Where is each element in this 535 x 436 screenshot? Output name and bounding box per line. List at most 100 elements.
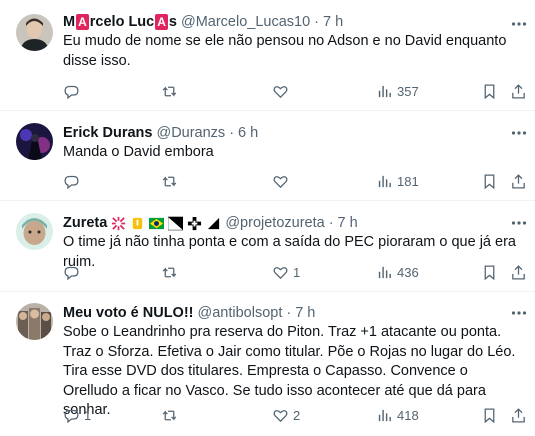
heart-icon [273,85,288,98]
views-button[interactable]: 181 [376,171,419,191]
bookmark-button[interactable] [481,405,498,425]
views-button[interactable]: 436 [376,262,419,282]
like-button[interactable] [272,171,293,191]
reply-button[interactable] [63,262,84,282]
like-count: 1 [293,264,301,280]
tweet-header: Meu voto é NULO!! @antibolsopt · 7 h [63,303,523,323]
handle[interactable]: @Marcelo_Lucas10 [181,14,310,30]
more-dots-icon[interactable] [509,213,529,233]
views-button[interactable]: 418 [376,405,419,425]
display-name[interactable]: Meu voto é NULO!! [63,305,194,321]
views-icon [378,266,391,278]
share-icon [512,173,525,189]
name-part: M [63,14,76,30]
handle[interactable]: @antibolsopt [198,305,283,321]
retweet-button[interactable] [161,405,182,425]
handle[interactable]: @Duranzs [156,125,225,141]
bookmark-button[interactable] [481,262,498,282]
avatar[interactable] [16,303,53,340]
tweet-header: Zureta @projetozureta · 7 h [63,213,523,233]
cross-emblem-icon [188,216,202,230]
views-icon [378,409,391,421]
bookmark-icon [484,264,495,280]
separator-dot: · [314,14,320,30]
action-bar: 1 436 [63,262,525,282]
timestamp[interactable]: 7 h [338,215,358,231]
like-button[interactable]: 1 [272,262,300,282]
views-count: 436 [397,264,419,280]
action-bar: 1 2 418 [63,405,525,425]
sash-flag-icon [168,216,184,230]
name-part: s [168,14,177,30]
like-count: 2 [293,407,301,423]
handle[interactable]: @projetozureta [225,215,324,231]
anger-emoji-icon [112,216,126,230]
share-icon [512,264,525,280]
avatar[interactable] [16,14,53,51]
share-icon [512,407,525,423]
reply-count: 1 [84,407,92,423]
reply-icon [64,85,79,99]
action-bar: 181 [63,171,525,191]
retweet-button[interactable] [161,81,182,101]
avatar[interactable] [16,123,53,160]
retweet-button[interactable] [161,171,182,191]
separator-dot: · [229,125,235,141]
timestamp[interactable]: 7 h [295,305,315,321]
share-button[interactable] [510,405,527,425]
bookmark-button[interactable] [481,171,498,191]
views-count: 418 [397,407,419,423]
name-part: rcelo Luc [89,14,155,30]
retweet-icon [162,175,177,187]
separator-dot: · [328,215,334,231]
views-count: 357 [397,83,419,99]
bookmark-icon [484,407,495,423]
brazil-flag-icon [149,217,165,229]
views-button[interactable]: 357 [376,81,419,101]
share-icon [512,83,525,99]
tweet[interactable]: M Arcelo Luc As @Marcelo_Lucas10 · 7 h Eu … [0,0,535,111]
share-button[interactable] [510,262,527,282]
display-name[interactable]: M Arcelo Luc As [63,14,177,30]
action-bar: 357 [63,81,525,101]
tweet-header: M Arcelo Luc As @Marcelo_Lucas10 · 7 h [63,12,523,32]
alert-emoji-icon [133,217,143,229]
heart-icon [273,175,288,188]
like-button[interactable] [272,81,293,101]
heart-icon [273,266,288,279]
reply-icon [64,175,79,189]
views-icon [378,175,391,187]
bookmark-button[interactable] [481,81,498,101]
heart-icon [273,409,288,422]
reply-button[interactable] [63,171,84,191]
triangle-icon [208,217,220,229]
name-badge: A [155,14,168,30]
display-name[interactable]: Erick Durans [63,125,152,141]
reply-icon [64,409,79,423]
more-dots-icon[interactable] [509,123,529,143]
views-count: 181 [397,173,419,189]
retweet-button[interactable] [161,262,182,282]
share-button[interactable] [510,171,527,191]
reply-button[interactable]: 1 [63,405,91,425]
timestamp[interactable]: 7 h [323,14,343,30]
more-dots-icon[interactable] [509,303,529,323]
separator-dot: · [286,305,292,321]
reply-button[interactable] [63,81,84,101]
name-badge: A [76,14,89,30]
like-button[interactable]: 2 [272,405,300,425]
timestamp[interactable]: 6 h [238,125,258,141]
more-dots-icon[interactable] [509,14,529,34]
reply-icon [64,266,79,280]
tweet-header: Erick Durans @Duranzs · 6 h [63,123,523,143]
display-name[interactable]: Zureta [63,215,107,231]
tweet[interactable]: Meu voto é NULO!! @antibolsopt · 7 h Sob… [0,292,535,436]
tweet[interactable]: Erick Durans @Duranzs · 6 h Manda o Davi… [0,111,535,201]
tweet[interactable]: Zureta @projetozureta · 7 h O time já nã… [0,201,535,292]
bookmark-icon [484,173,495,189]
tweet-text: Eu mudo de nome se ele não pensou no Ads… [63,33,507,69]
share-button[interactable] [510,81,527,101]
tweet-text: Manda o David embora [63,144,214,160]
avatar[interactable] [16,213,53,250]
views-icon [378,85,391,97]
